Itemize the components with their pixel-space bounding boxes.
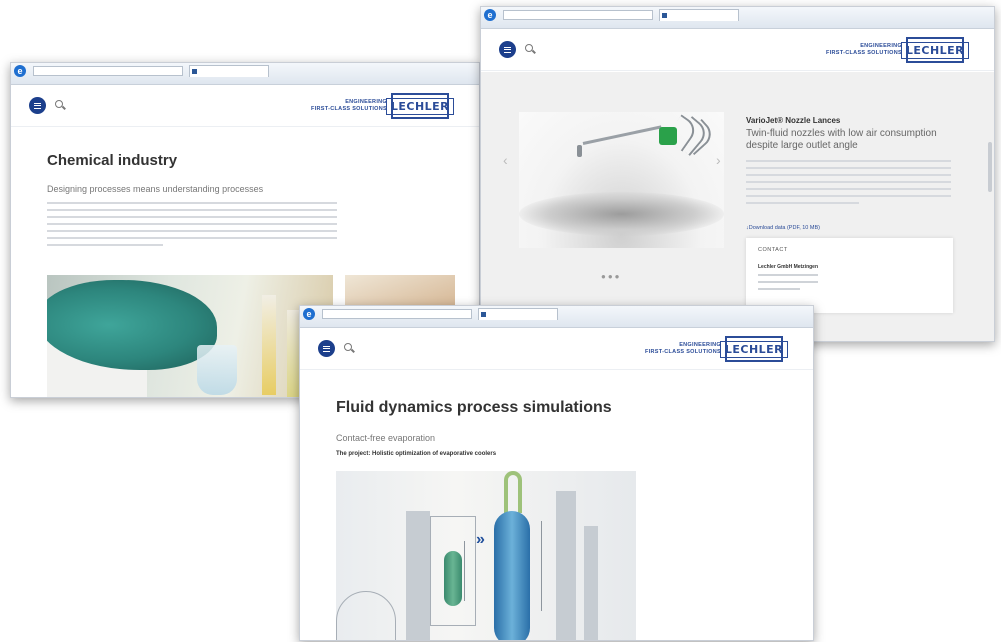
- site-header: ENGINEERING FIRST-CLASS SOLUTIONS LECHLE…: [481, 29, 994, 71]
- tagline-line-1: ENGINEERING: [345, 99, 387, 105]
- address-bar[interactable]: [503, 10, 653, 20]
- logo-wordmark: LECHLER: [900, 41, 970, 59]
- browser-toolbar: e: [11, 63, 479, 85]
- tagline-line-2: FIRST-CLASS SOLUTIONS: [311, 106, 387, 112]
- company-logo[interactable]: LECHLER: [719, 336, 789, 362]
- contact-details-placeholder: [758, 274, 818, 295]
- tab-favicon-icon: [192, 69, 197, 74]
- page-content: Fluid dynamics process simulations Conta…: [300, 371, 813, 640]
- simulation-illustration: »: [336, 471, 636, 640]
- tab-favicon-icon: [662, 13, 667, 18]
- brand-tagline: ENGINEERING FIRST-CLASS SOLUTIONS: [826, 43, 902, 57]
- browser-toolbar: e: [300, 306, 813, 328]
- tagline-line-2: FIRST-CLASS SOLUTIONS: [826, 50, 902, 56]
- company-logo[interactable]: LECHLER: [900, 37, 970, 63]
- tab-favicon-icon: [481, 312, 486, 317]
- small-evaporator-model: [444, 551, 462, 606]
- hamburger-menu-icon[interactable]: [318, 340, 335, 357]
- carousel-dots[interactable]: ●●●: [601, 272, 622, 281]
- brand-tagline: ENGINEERING FIRST-CLASS SOLUTIONS: [645, 342, 721, 356]
- page-title: Fluid dynamics process simulations: [336, 399, 612, 416]
- address-bar[interactable]: [33, 66, 183, 76]
- large-evaporator-model: [494, 511, 530, 640]
- page-content: ‹ › ●●● VarioJet® Nozzle Lances Twin-flu…: [481, 72, 994, 341]
- search-icon[interactable]: [525, 44, 533, 52]
- product-title: VarioJet® Nozzle Lances: [746, 116, 841, 125]
- site-header: ENGINEERING FIRST-CLASS SOLUTIONS LECHLE…: [300, 328, 813, 370]
- browser-tab[interactable]: [659, 9, 739, 21]
- contact-name: Lechler GmbH Metzingen: [758, 264, 819, 270]
- lab-photo: [47, 275, 333, 397]
- browser-tab[interactable]: [478, 308, 558, 320]
- browser-logo-icon: e: [303, 308, 315, 320]
- product-subtitle: Twin-fluid nozzles with low air consumpt…: [746, 128, 937, 151]
- hamburger-menu-icon[interactable]: [499, 41, 516, 58]
- browser-toolbar: e: [481, 7, 994, 29]
- page-subtitle: Designing processes means understanding …: [47, 184, 264, 194]
- page-title: Chemical industry: [47, 152, 178, 169]
- contact-label: CONTACT: [758, 247, 788, 253]
- tagline-line-2: FIRST-CLASS SOLUTIONS: [645, 349, 721, 355]
- browser-window-fluid-dynamics[interactable]: e ENGINEERING FIRST-CLASS SOLUTIONS LECH…: [299, 305, 814, 641]
- search-icon[interactable]: [55, 100, 63, 108]
- product-description-placeholder: [746, 160, 951, 209]
- tagline-line-1: ENGINEERING: [860, 43, 902, 49]
- contact-card: CONTACT Lechler GmbH Metzingen: [746, 238, 953, 313]
- browser-window-nozzle-lances[interactable]: e ENGINEERING FIRST-CLASS SOLUTIONS LECH…: [480, 6, 995, 342]
- download-datasheet-link[interactable]: Download data (PDF, 10 MB): [746, 225, 820, 231]
- carousel-next-icon[interactable]: ›: [716, 152, 721, 168]
- lance-tube-image: [582, 125, 662, 145]
- body-text-placeholder: [47, 202, 337, 251]
- browser-tab[interactable]: [189, 65, 269, 77]
- brand-tagline: ENGINEERING FIRST-CLASS SOLUTIONS: [311, 99, 387, 113]
- browser-logo-icon: e: [14, 65, 26, 77]
- tagline-line-1: ENGINEERING: [679, 342, 721, 348]
- browser-logo-icon: e: [484, 9, 496, 21]
- carousel-prev-icon[interactable]: ‹: [503, 152, 508, 168]
- company-logo[interactable]: LECHLER: [385, 93, 455, 119]
- search-icon[interactable]: [344, 343, 352, 351]
- double-chevron-right-icon: »: [476, 531, 485, 548]
- logo-wordmark: LECHLER: [719, 340, 789, 358]
- scrollbar[interactable]: [988, 142, 992, 192]
- address-bar[interactable]: [322, 309, 472, 319]
- project-heading: The project: Holistic optimization of ev…: [336, 451, 497, 457]
- logo-wordmark: LECHLER: [385, 97, 455, 115]
- page-subtitle: Contact-free evaporation: [336, 433, 436, 443]
- product-image-carousel[interactable]: [519, 112, 724, 248]
- hamburger-menu-icon[interactable]: [29, 97, 46, 114]
- site-header: ENGINEERING FIRST-CLASS SOLUTIONS LECHLE…: [11, 85, 479, 127]
